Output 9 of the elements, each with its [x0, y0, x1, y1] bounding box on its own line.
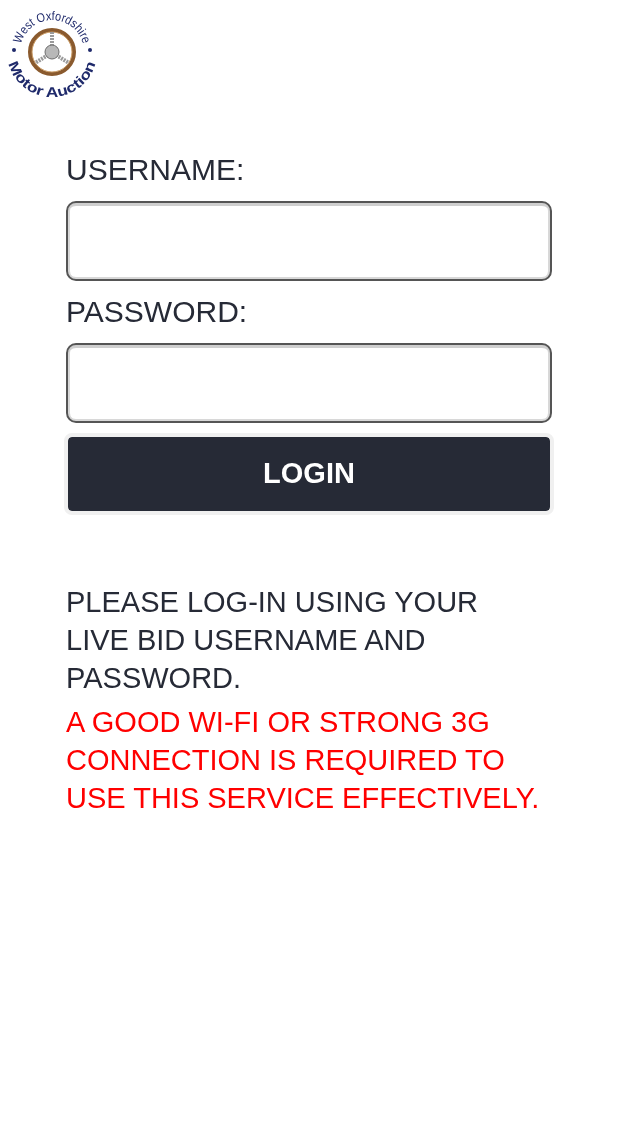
info-text: PLEASE LOG-IN USING YOUR LIVE BID USERNAME AND PASSWORD.: [66, 585, 480, 696]
dot-icon: [88, 48, 92, 52]
login-button[interactable]: LOGIN: [64, 433, 554, 515]
field-label: USERNAME:: [66, 152, 245, 188]
warning-text: A GOOD WI-FI OR STRONG 3G CONNECTION IS REQUIRED TO USE THIS SERVICE EFFECTIVELY.: [66, 705, 541, 816]
field-label: PASSWORD:: [66, 294, 248, 330]
input-field[interactable]: [66, 343, 552, 423]
input-field[interactable]: [66, 201, 552, 281]
dot-icon: [12, 48, 16, 52]
